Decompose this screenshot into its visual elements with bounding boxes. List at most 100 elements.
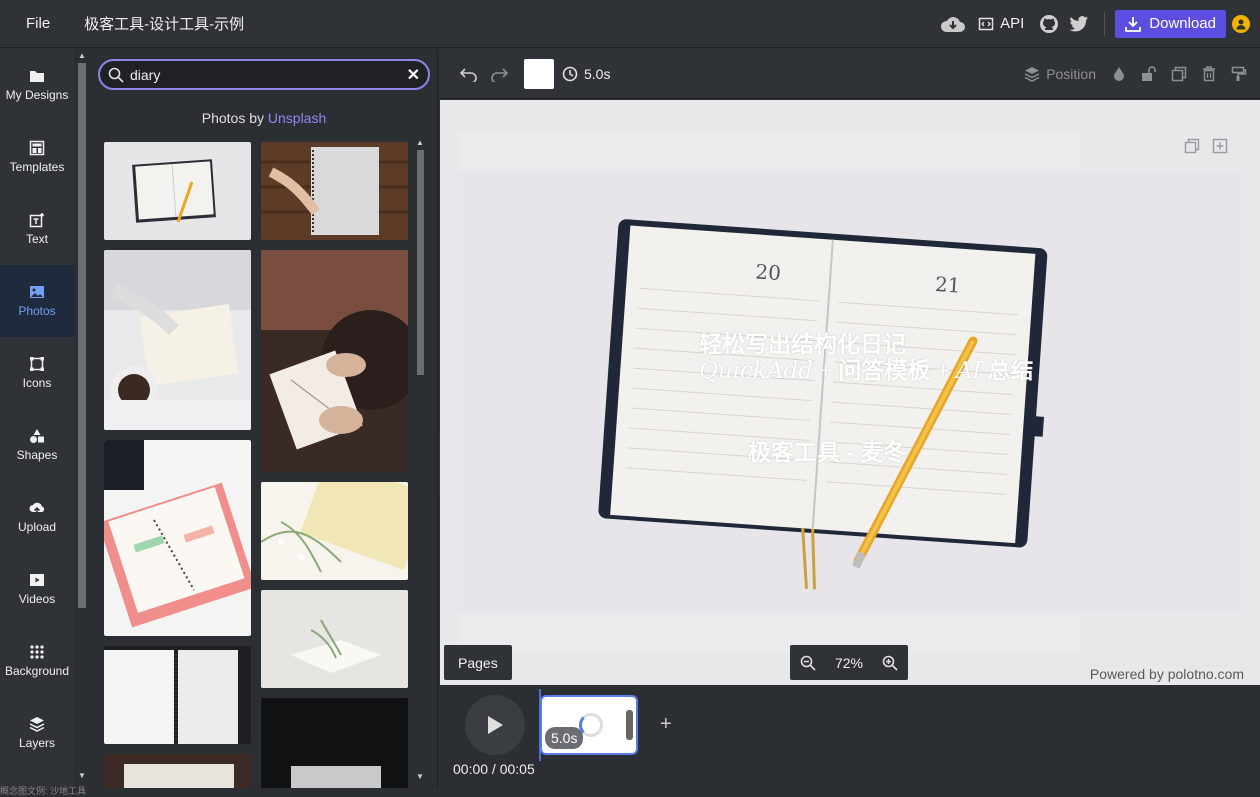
photo-thumbnail[interactable]	[261, 142, 408, 240]
photo-thumbnail[interactable]	[261, 590, 408, 688]
pages-button[interactable]: Pages	[444, 645, 512, 680]
twitter-icon[interactable]	[1064, 9, 1094, 39]
duplicate-page-icon[interactable]	[1184, 138, 1200, 154]
user-icon	[1236, 19, 1246, 29]
topbar-right: API Download	[938, 0, 1260, 48]
status-strip: 概念图文例: 沙地工具	[0, 786, 87, 796]
divider	[1104, 11, 1106, 36]
photo-thumbnail[interactable]	[104, 754, 251, 788]
clip-resize-handle[interactable]	[626, 710, 633, 740]
file-menu[interactable]: File	[18, 11, 58, 36]
sidebar-item-label: Shapes	[16, 448, 58, 462]
sidebar-item-background[interactable]: Background	[0, 625, 74, 697]
sidebar-item-templates[interactable]: Templates	[0, 121, 74, 193]
timeline: 5.0s + 00:00 / 00:05	[440, 685, 1260, 788]
duplicate-icon[interactable]	[1164, 59, 1194, 89]
zoom-controls: 72%	[790, 645, 908, 680]
photo-thumbnail[interactable]	[104, 142, 251, 240]
zoom-in-icon[interactable]	[882, 655, 898, 671]
sidebar-item-shapes[interactable]: Shapes	[0, 409, 74, 481]
sidebar-item-icons[interactable]: Icons	[0, 337, 74, 409]
add-page-icon[interactable]	[1212, 138, 1228, 154]
photo-thumbnail[interactable]	[104, 250, 251, 430]
photos-panel: ✕ Photos by Unsplash	[90, 49, 438, 788]
scrollbar-thumb[interactable]	[78, 63, 86, 608]
add-clip-button[interactable]: +	[660, 713, 672, 736]
top-bar: File 极客工具-设计工具-示例 API Download	[0, 0, 1260, 48]
page-clip[interactable]: 5.0s	[540, 695, 638, 755]
sidebar-scrollbar[interactable]: ▲ ▼	[74, 49, 90, 788]
sidebar-item-photos[interactable]: Photos	[0, 265, 74, 337]
scrollbar-thumb[interactable]	[417, 150, 424, 375]
photo-thumbnail[interactable]	[261, 250, 408, 472]
photo-thumbnail[interactable]	[261, 482, 408, 580]
page-duration-button[interactable]: 5.0s	[562, 66, 610, 82]
plus-text: +	[818, 357, 833, 383]
background-color-swatch[interactable]	[524, 58, 554, 89]
opacity-icon[interactable]	[1104, 59, 1134, 89]
photo-grid	[104, 142, 410, 788]
canvas-heading-line2[interactable]: QuickAdd + 问答模板 + AI 总结	[699, 351, 1033, 385]
photo-thumbnail[interactable]	[104, 646, 251, 744]
search-input[interactable]	[130, 66, 407, 83]
play-icon	[488, 716, 503, 734]
scroll-down-icon[interactable]: ▼	[416, 772, 424, 781]
scroll-up-icon[interactable]: ▲	[78, 51, 86, 60]
attribution-prefix: Photos by	[201, 110, 264, 126]
shapes-icon	[30, 429, 44, 443]
photo-thumbnail[interactable]	[261, 698, 408, 788]
delete-icon[interactable]	[1194, 59, 1224, 89]
scroll-down-icon[interactable]: ▼	[78, 771, 86, 780]
api-label: API	[1000, 15, 1025, 32]
position-label: Position	[1046, 65, 1096, 82]
sidebar-item-upload[interactable]: Upload	[0, 481, 74, 553]
unlock-icon[interactable]	[1134, 59, 1164, 89]
time-display: 00:00 / 00:05	[453, 761, 535, 777]
undo-icon[interactable]	[454, 59, 484, 89]
download-button[interactable]: Download	[1115, 9, 1226, 38]
svg-text:21: 21	[934, 272, 961, 298]
plus-text: +	[936, 357, 950, 383]
scroll-up-icon[interactable]: ▲	[416, 138, 424, 147]
layers-icon	[29, 717, 45, 732]
play-button[interactable]	[465, 695, 525, 755]
github-icon[interactable]	[1034, 9, 1064, 39]
clock-icon	[562, 66, 578, 81]
paint-format-icon[interactable]	[1224, 59, 1254, 89]
quickadd-text: QuickAdd	[699, 358, 813, 384]
design-canvas[interactable]: 20 21 轻松写出结构化日记 QuickAdd + 问答模板 + AI 总结 …	[458, 171, 1241, 613]
sidebar-item-my-designs[interactable]: My Designs	[0, 49, 74, 121]
photo-thumbnail[interactable]	[104, 440, 251, 636]
photos-attribution: Photos by Unsplash	[90, 110, 438, 126]
icons-icon	[30, 357, 44, 371]
sidebar-item-label: Layers	[18, 736, 56, 750]
photos-icon	[30, 286, 44, 298]
api-button[interactable]: API	[978, 15, 1024, 32]
zoom-out-icon[interactable]	[800, 655, 816, 671]
powered-by-credit[interactable]: Powered by polotno.com	[1090, 666, 1244, 682]
sidebar-item-label: Text	[25, 232, 48, 246]
sidebar-item-label: Photos	[18, 304, 56, 318]
search-icon	[108, 67, 124, 83]
sidebar-item-layers[interactable]: Layers	[0, 697, 74, 769]
workspace: 20 21 轻松写出结构化日记 QuickAdd + 问答模板 + AI 总结 …	[440, 100, 1260, 685]
canvas-author[interactable]: 极客工具 - 麦冬	[748, 433, 906, 467]
sidebar-item-label: Icons	[22, 376, 52, 390]
redo-icon[interactable]	[484, 59, 514, 89]
sidebar: My Designs Templates Text Photos Icons S…	[0, 49, 74, 788]
upload-icon	[29, 502, 45, 515]
folder-icon	[30, 71, 44, 82]
user-avatar[interactable]	[1232, 14, 1250, 33]
unsplash-link[interactable]: Unsplash	[268, 110, 326, 126]
sidebar-item-text[interactable]: Text	[0, 193, 74, 265]
toolbar-right: Position	[1024, 59, 1254, 89]
clear-search-icon[interactable]: ✕	[407, 65, 420, 85]
panel-scrollbar[interactable]: ▲ ▼	[414, 138, 426, 786]
cloud-save-icon[interactable]	[938, 9, 968, 39]
layers-icon	[1024, 66, 1040, 82]
diary-photo: 20 21	[458, 171, 1241, 613]
document-title[interactable]: 极客工具-设计工具-示例	[84, 13, 244, 34]
clip-duration: 5.0s	[545, 727, 584, 749]
position-button[interactable]: Position	[1024, 66, 1096, 82]
sidebar-item-videos[interactable]: Videos	[0, 553, 74, 625]
